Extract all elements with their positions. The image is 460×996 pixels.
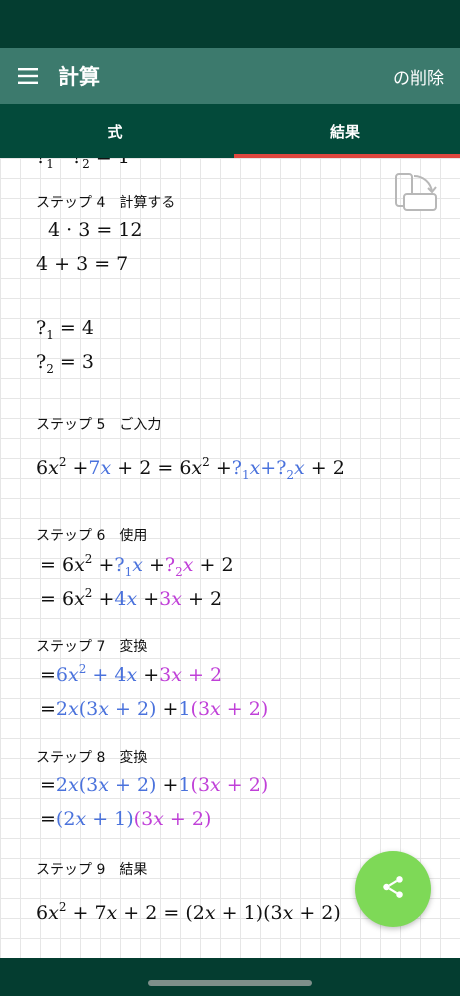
result-content[interactable]: ?1 · ?2 = 1 ステップ 4 計算する 4 · 3 = 12 4 + 3… [0,158,460,958]
step-5-line-1: 6x2 +7x + 2 = 6x2 +?1x+?2x + 2 [36,455,345,482]
share-button[interactable] [355,851,431,927]
step-8-line-1: =2x(3x + 2) +1(3x + 2) [40,774,269,796]
tab-formula[interactable]: 式 [0,104,230,158]
tab-result[interactable]: 結果 [230,104,460,158]
home-indicator[interactable] [148,980,312,986]
app-title: 計算 [58,65,100,89]
menu-icon[interactable] [0,48,56,104]
step-9-result: 6x2 + 7x + 2 = (2x + 1)(3x + 2) [36,900,341,924]
step-4-line-1: 4 · 3 = 12 [48,219,143,241]
app-bar: 計算 の削除 [0,48,460,104]
math-cut-line: ?1 · ?2 = 1 [36,158,130,171]
step-4-line-2: 4 + 3 = 7 [36,253,129,275]
share-icon [380,874,406,904]
navigation-bar [0,958,460,996]
step-7-line-2: =2x(3x + 2) +1(3x + 2) [40,698,269,720]
screen-rotate-icon[interactable] [392,170,438,220]
step-6-label: ステップ 6 使用 [36,528,148,544]
step-4-line-3: ?1 = 4 [36,317,94,342]
step-8-line-2: =(2x + 1)(3x + 2) [40,808,212,830]
step-4-line-4: ?2 = 3 [36,351,94,376]
step-5-label: ステップ 5 ご入力 [36,417,162,433]
tab-bar: 式 結果 [0,104,460,158]
delete-button[interactable]: の削除 [393,64,444,89]
step-6-line-1: = 6x2 +?1x +?2x + 2 [40,552,234,579]
status-bar [0,0,460,48]
step-8-label: ステップ 8 変換 [36,750,148,766]
step-6-line-2: = 6x2 +4x +3x + 2 [40,586,223,610]
step-7-label: ステップ 7 変換 [36,639,148,655]
step-9-label: ステップ 9 結果 [36,862,148,878]
step-7-line-1: =6x2 + 4x +3x + 2 [40,662,223,686]
step-4-label: ステップ 4 計算する [36,195,176,211]
